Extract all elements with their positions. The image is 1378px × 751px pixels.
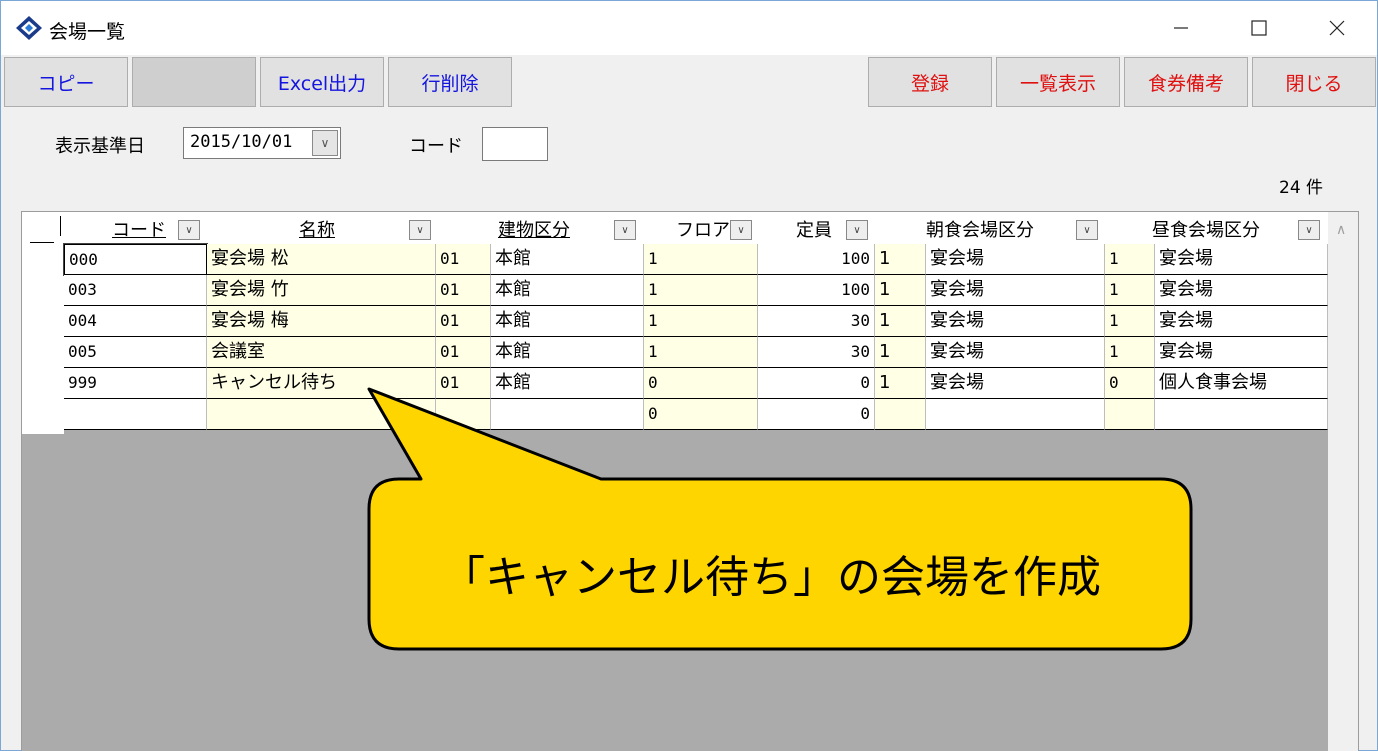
callout-balloon	[367, 387, 1193, 651]
callout-text: 「キャンセル待ち」の会場を作成	[441, 552, 1101, 603]
main-window: 会場一覧 コピー Excel出力 行削除 登録 一覧表示 食券備考 閉じる 表示…	[0, 0, 1378, 751]
